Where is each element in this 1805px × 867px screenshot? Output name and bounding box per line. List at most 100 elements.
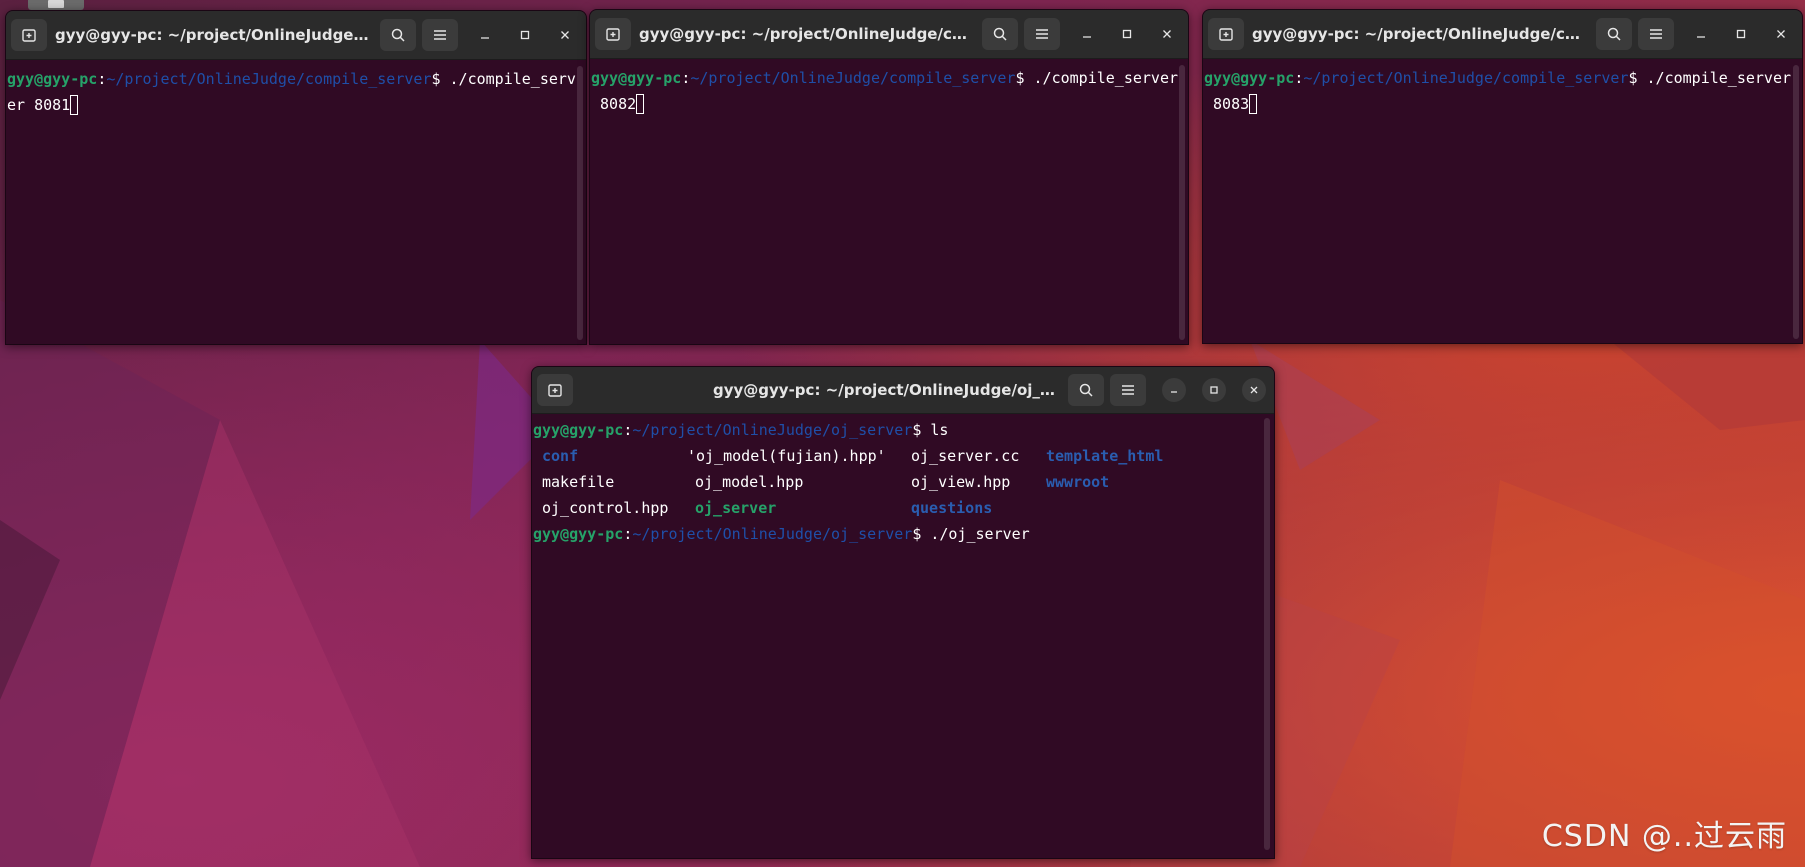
new-tab-icon — [548, 384, 562, 397]
ls-entry-file: 'oj_model(fujian).hpp' — [687, 447, 886, 465]
search-icon — [391, 28, 405, 42]
search-button[interactable] — [380, 19, 416, 51]
prompt-path: ~/project/OnlineJudge/compile_server — [1303, 69, 1629, 87]
maximize-button[interactable] — [512, 22, 538, 48]
ls-entry-dir: wwwroot — [1046, 473, 1110, 491]
minimize-icon — [1697, 36, 1705, 38]
new-tab-icon — [1219, 28, 1233, 41]
search-button[interactable] — [982, 18, 1018, 50]
search-icon — [993, 27, 1007, 41]
prompt-command: $ ./oj_server — [912, 525, 1030, 543]
prompt-command: $ ./compile_server — [1015, 69, 1179, 87]
close-icon — [561, 31, 569, 39]
prompt-path: ~/project/OnlineJudge/oj_server — [632, 421, 913, 439]
prompt-colon: : — [97, 70, 107, 88]
terminal-titlebar[interactable]: gyy@gyy-pc: ~/project/OnlineJudge/com... — [590, 10, 1188, 59]
text-cursor — [70, 95, 79, 115]
minimize-button[interactable] — [1074, 21, 1100, 47]
prompt-path: ~/project/OnlineJudge/compile_server — [690, 69, 1016, 87]
close-icon — [1163, 30, 1171, 38]
hamburger-menu-icon — [1650, 29, 1662, 39]
prompt-colon: : — [1294, 69, 1304, 87]
scrollbar[interactable] — [1179, 65, 1185, 340]
scrollbar[interactable] — [1264, 418, 1270, 850]
maximize-icon — [520, 30, 530, 40]
new-tab-button[interactable] — [11, 19, 47, 51]
ls-entry-dir: questions — [911, 499, 993, 517]
window-title: gyy@gyy-pc: ~/project/OnlineJudge/co... — [55, 26, 380, 44]
new-tab-icon — [606, 28, 620, 41]
maximize-icon — [1122, 29, 1132, 39]
menu-button[interactable] — [1024, 18, 1060, 50]
terminal-output[interactable]: gyy@gyy-pc:~/project/OnlineJudge/compile… — [590, 59, 1188, 344]
scrollbar[interactable] — [1793, 65, 1799, 339]
terminal-titlebar[interactable]: gyy@gyy-pc: ~/project/OnlineJudge/oj_ser… — [532, 367, 1274, 414]
ls-entry-file: oj_view.hpp — [911, 473, 1011, 491]
maximize-button[interactable] — [1728, 21, 1754, 47]
maximize-button[interactable] — [1114, 21, 1140, 47]
prompt-colon: : — [681, 69, 691, 87]
prompt-user: gyy@gyy-pc — [591, 69, 682, 87]
terminal-window-2[interactable]: gyy@gyy-pc: ~/project/OnlineJudge/com...… — [589, 9, 1189, 345]
prompt-command: $ ls — [912, 421, 949, 439]
scrollbar[interactable] — [577, 66, 583, 340]
prompt-user: gyy@gyy-pc — [533, 525, 624, 543]
search-icon — [1607, 27, 1621, 41]
search-button[interactable] — [1596, 18, 1632, 50]
wrapped-line: 8082 — [591, 91, 1188, 117]
minimize-icon — [1171, 391, 1177, 393]
search-button[interactable] — [1068, 374, 1104, 406]
minimize-button[interactable] — [472, 22, 498, 48]
prompt-user: gyy@gyy-pc — [7, 70, 98, 88]
prompt-line: gyy@gyy-pc:~/project/OnlineJudge/oj_serv… — [533, 521, 1274, 547]
close-icon — [1777, 30, 1785, 38]
prompt-path: ~/project/OnlineJudge/compile_server — [106, 70, 432, 88]
hamburger-menu-icon — [434, 30, 446, 40]
wrapped-text: 8082 — [591, 95, 637, 113]
terminal-output[interactable]: gyy@gyy-pc:~/project/OnlineJudge/oj_serv… — [532, 414, 1274, 856]
terminal-window-main[interactable]: gyy@gyy-pc: ~/project/OnlineJudge/oj_ser… — [531, 366, 1275, 859]
window-title: gyy@gyy-pc: ~/project/OnlineJudge/oj_ser… — [713, 381, 1068, 399]
minimize-icon — [481, 37, 489, 39]
terminal-output[interactable]: gyy@gyy-pc:~/project/OnlineJudge/compile… — [1203, 59, 1802, 343]
close-button[interactable] — [1154, 21, 1180, 47]
new-tab-button[interactable] — [1208, 18, 1244, 50]
menu-button[interactable] — [422, 19, 458, 51]
ls-entry-file: oj_model.hpp — [695, 473, 804, 491]
close-icon — [1250, 386, 1258, 394]
prompt-colon: : — [623, 421, 633, 439]
close-button[interactable] — [552, 22, 578, 48]
maximize-icon — [1736, 29, 1746, 39]
wrapped-text: er 8081 — [7, 96, 71, 114]
maximize-button[interactable] — [1202, 378, 1226, 402]
terminal-window-3[interactable]: gyy@gyy-pc: ~/project/OnlineJudge/com...… — [1202, 9, 1803, 344]
prompt-command: $ ./compile_serv — [431, 70, 576, 88]
ls-entry-file: makefile — [542, 473, 615, 491]
menu-button[interactable] — [1638, 18, 1674, 50]
window-title: gyy@gyy-pc: ~/project/OnlineJudge/com... — [639, 25, 982, 43]
terminal-output[interactable]: gyy@gyy-pc:~/project/OnlineJudge/compile… — [6, 60, 586, 344]
ls-row: oj_control.hpp oj_server questions — [533, 495, 1274, 521]
wrapped-line: er 8081 — [7, 92, 586, 118]
ls-entry-file: oj_server.cc — [911, 447, 1020, 465]
new-tab-button[interactable] — [595, 18, 631, 50]
new-tab-button[interactable] — [537, 374, 573, 406]
ls-entry-executable: oj_server — [695, 499, 777, 517]
search-icon — [1079, 383, 1093, 397]
minimize-button[interactable] — [1688, 21, 1714, 47]
close-button[interactable] — [1768, 21, 1794, 47]
close-button[interactable] — [1242, 378, 1266, 402]
dock-stub — [28, 0, 84, 10]
ls-entry-file: oj_control.hpp — [542, 499, 669, 517]
prompt-path: ~/project/OnlineJudge/oj_server — [632, 525, 913, 543]
terminal-titlebar[interactable]: gyy@gyy-pc: ~/project/OnlineJudge/co... — [6, 11, 586, 60]
terminal-window-1[interactable]: gyy@gyy-pc: ~/project/OnlineJudge/co... … — [5, 10, 587, 345]
ls-entry-dir: template_html — [1046, 447, 1164, 465]
ls-row: makefile oj_model.hpp oj_view.hpp wwwroot — [533, 469, 1274, 495]
maximize-icon — [1210, 386, 1218, 394]
minimize-button[interactable] — [1162, 378, 1186, 402]
terminal-titlebar[interactable]: gyy@gyy-pc: ~/project/OnlineJudge/com... — [1203, 10, 1802, 59]
minimize-icon — [1083, 36, 1091, 38]
menu-button[interactable] — [1110, 374, 1146, 406]
watermark: CSDN @..过云雨 — [1541, 819, 1787, 854]
